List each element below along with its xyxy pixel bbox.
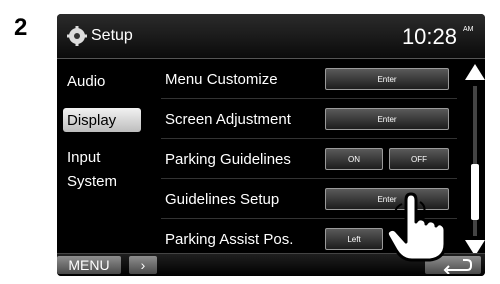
list-item: Menu Customize Enter [161,60,457,99]
gear-icon [67,26,87,46]
menu-customize-enter-button[interactable]: Enter [325,68,449,90]
pointing-hand-icon [385,192,447,262]
row-label: Menu Customize [165,71,278,88]
row-label: Parking Assist Pos. [165,231,294,248]
clock-ampm: AM [463,26,474,33]
next-button[interactable]: › [129,256,157,274]
title-bar: Setup 10:28 AM [57,14,485,59]
parking-assist-left-button[interactable]: Left [325,228,383,250]
step-number: 2 [14,14,28,41]
scroll-thumb[interactable] [471,164,479,220]
row-label: Parking Guidelines [165,151,291,168]
menu-button[interactable]: MENU [57,256,121,274]
parking-guidelines-off-button[interactable]: OFF [389,148,449,170]
scrollbar[interactable] [465,64,485,256]
screen-adjustment-enter-button[interactable]: Enter [325,108,449,130]
list-item: Screen Adjustment Enter [161,100,457,139]
sidebar-item-audio[interactable]: Audio [63,64,155,104]
sidebar-item-system[interactable]: System [63,164,155,204]
parking-guidelines-on-button[interactable]: ON [325,148,383,170]
sidebar-item-label: Display [67,112,117,129]
sidebar: Audio Display Input System [63,64,159,252]
sidebar-item-display[interactable]: Display [63,108,141,132]
row-label: Screen Adjustment [165,111,291,128]
sidebar-item-label: System [67,173,118,190]
list-item: Parking Guidelines ON OFF [161,140,457,179]
scroll-up-icon[interactable] [465,64,485,80]
row-label: Guidelines Setup [165,191,280,208]
sidebar-item-label: Audio [67,73,106,90]
page-title: Setup [91,27,133,44]
clock-time: 10:28 [401,24,457,49]
